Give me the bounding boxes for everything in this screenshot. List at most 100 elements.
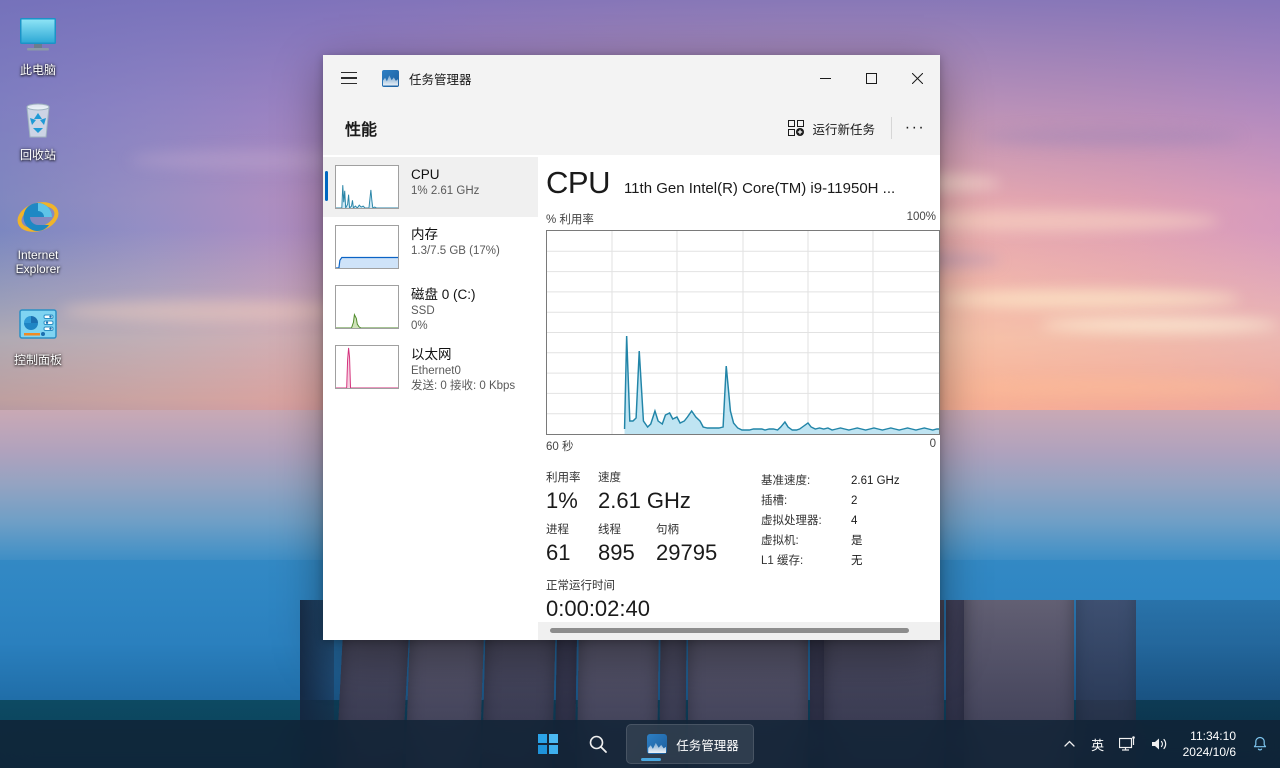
window-title: 任务管理器 [409, 72, 472, 87]
desktop-icon-label: 控制面板 [13, 353, 62, 367]
sidebar-item-sub: 1% 2.61 GHz [411, 185, 480, 197]
stat-uptime: 正常运行时间 0:00:02:40 [546, 578, 761, 624]
taskbar-app-task-manager[interactable]: 任务管理器 [626, 724, 754, 764]
ethernet-sparkline-thumb [335, 345, 399, 389]
desktop-icon-label: 此电脑 [19, 63, 56, 77]
start-button[interactable] [526, 724, 570, 764]
stat-threads: 线程 895 [598, 522, 656, 568]
cpu-model-name: 11th Gen Intel(R) Core(TM) i9-11950H ... [623, 180, 896, 197]
kv-value: 是 [851, 535, 863, 547]
minimize-icon [819, 77, 831, 79]
chevron-up-icon [1064, 740, 1075, 747]
desktop-icon-label: Internet Explorer [15, 248, 61, 276]
sidebar-item-cpu[interactable]: CPU 1% 2.61 GHz [323, 157, 538, 217]
uptime-value: 0:00:02:40 [546, 596, 650, 621]
tray-ime-button[interactable]: 英 [1085, 724, 1111, 764]
notification-center-button[interactable] [1246, 724, 1274, 764]
sidebar-item-disk[interactable]: 磁盘 0 (C:) SSD 0% [323, 277, 538, 337]
cpu-utilization-chart [546, 230, 940, 435]
stat-value: 61 [546, 540, 571, 565]
desktop-icon-internet-explorer[interactable]: Internet Explorer [0, 195, 76, 276]
stats-row-1: 利用率 1% 速度 2.61 GHz [546, 470, 761, 516]
taskbar-app-label: 任务管理器 [676, 738, 739, 753]
sidebar-item-memory[interactable]: 内存 1.3/7.5 GB (17%) [323, 217, 538, 277]
kv-value: 2 [851, 495, 858, 507]
sidebar-item-sub: Ethernet0 [411, 365, 461, 377]
hamburger-icon[interactable] [326, 55, 372, 101]
scrollbar-track[interactable] [544, 622, 934, 640]
monitor-icon [20, 18, 56, 51]
stat-label: 线程 [598, 524, 621, 536]
cpu-stats-right: 基准速度: 2.61 GHz 插槽: 2 虚拟处理器: 4 虚拟机: 是 L1 … [761, 470, 934, 624]
taskbar-app-indicator [641, 758, 662, 761]
chart-x-left: 60 秒 [546, 441, 574, 453]
kv-key: L1 缓存: [761, 555, 804, 567]
kv-key: 虚拟处理器: [761, 515, 822, 527]
taskbar: 任务管理器 英 11:34:10 2024/10/6 [0, 720, 1280, 768]
tray-volume-button[interactable] [1145, 724, 1175, 764]
maximize-icon [865, 72, 877, 84]
run-new-task-label: 运行新任务 [812, 122, 875, 137]
clock-date: 2024/10/6 [1182, 745, 1236, 759]
toolbar-divider [891, 117, 892, 139]
windows-logo-icon [538, 734, 559, 754]
system-tray: 英 11:34:10 2024/10/6 [1057, 720, 1280, 768]
desktop-icon-label: 回收站 [19, 148, 56, 162]
stat-label: 速度 [598, 472, 621, 484]
kv-sockets: 插槽: 2 [761, 491, 934, 511]
bell-icon [1253, 736, 1267, 751]
stats-row-2: 进程 61 线程 895 句柄 29795 [546, 522, 761, 568]
chart-caption: % 利用率 100% [546, 211, 940, 227]
sidebar-item-ethernet[interactable]: 以太网 Ethernet0 发送: 0 接收: 0 Kbps [323, 337, 538, 397]
maximize-button[interactable] [848, 55, 894, 101]
stat-value: 895 [598, 540, 635, 565]
tray-overflow-button[interactable] [1057, 724, 1083, 764]
window-controls [802, 55, 940, 101]
sidebar-item-sub2: 发送: 0 接收: 0 Kbps [411, 380, 516, 392]
cpu-chart-line [623, 335, 939, 431]
run-new-task-button[interactable]: 运行新任务 [778, 113, 885, 144]
chart-y-label: % 利用率 [546, 214, 594, 226]
close-icon [911, 72, 923, 84]
search-icon [589, 735, 608, 753]
desktop-icon-this-pc[interactable]: 此电脑 [0, 10, 76, 77]
sidebar-item-sub: SSD [411, 305, 435, 317]
stat-value: 1% [546, 488, 578, 513]
window-body: CPU 1% 2.61 GHz 内存 1.3/7.5 GB (17%) 磁盘 0… [323, 155, 940, 640]
performance-sidebar: CPU 1% 2.61 GHz 内存 1.3/7.5 GB (17%) 磁盘 0… [323, 155, 538, 640]
cpu-stats: 利用率 1% 速度 2.61 GHz 进程 61 线程 895 句柄 29795… [546, 470, 940, 624]
control-panel-icon [19, 309, 57, 339]
search-button[interactable] [576, 724, 620, 764]
kv-l1-cache: L1 缓存: 无 [761, 551, 934, 571]
cpu-heading: CPU [546, 165, 610, 200]
chart-footer: 60 秒 0 [546, 438, 940, 454]
minimize-button[interactable] [802, 55, 848, 101]
stat-value: 2.61 GHz [598, 488, 691, 513]
chart-x-right: 0 [929, 438, 936, 450]
stat-handles: 句柄 29795 [656, 522, 717, 568]
cpu-header: CPU 11th Gen Intel(R) Core(TM) i9-11950H… [546, 165, 940, 201]
taskbar-clock[interactable]: 11:34:10 2024/10/6 [1177, 728, 1244, 760]
cpu-chart-area [624, 336, 939, 434]
stat-label: 利用率 [546, 472, 581, 484]
horizontal-scrollbar[interactable] [538, 622, 940, 640]
more-options-button[interactable]: ··· [898, 113, 932, 143]
kv-value: 2.61 GHz [851, 475, 900, 487]
kv-virtual-machine: 虚拟机: 是 [761, 531, 934, 551]
close-button[interactable] [894, 55, 940, 101]
stat-processes: 进程 61 [546, 522, 598, 568]
new-task-icon [788, 120, 805, 136]
kv-value: 4 [851, 515, 858, 527]
volume-icon [1151, 738, 1166, 750]
scrollbar-thumb[interactable] [550, 628, 909, 633]
desktop-icon-control-panel[interactable]: 控制面板 [0, 300, 76, 367]
tray-network-button[interactable] [1113, 724, 1143, 764]
sidebar-item-name: 磁盘 0 (C:) [411, 287, 476, 302]
stat-speed: 速度 2.61 GHz [598, 470, 691, 516]
kv-key: 插槽: [761, 495, 788, 507]
window-toolbar: 性能 运行新任务 ··· [323, 101, 940, 155]
cpu-chart-svg [547, 231, 939, 434]
cpu-sparkline-thumb [335, 165, 399, 209]
desktop: 此电脑 回收站 Internet Explorer 控制面板 任务管理器 性能 … [0, 0, 1280, 768]
desktop-icon-recycle-bin[interactable]: 回收站 [0, 95, 76, 162]
